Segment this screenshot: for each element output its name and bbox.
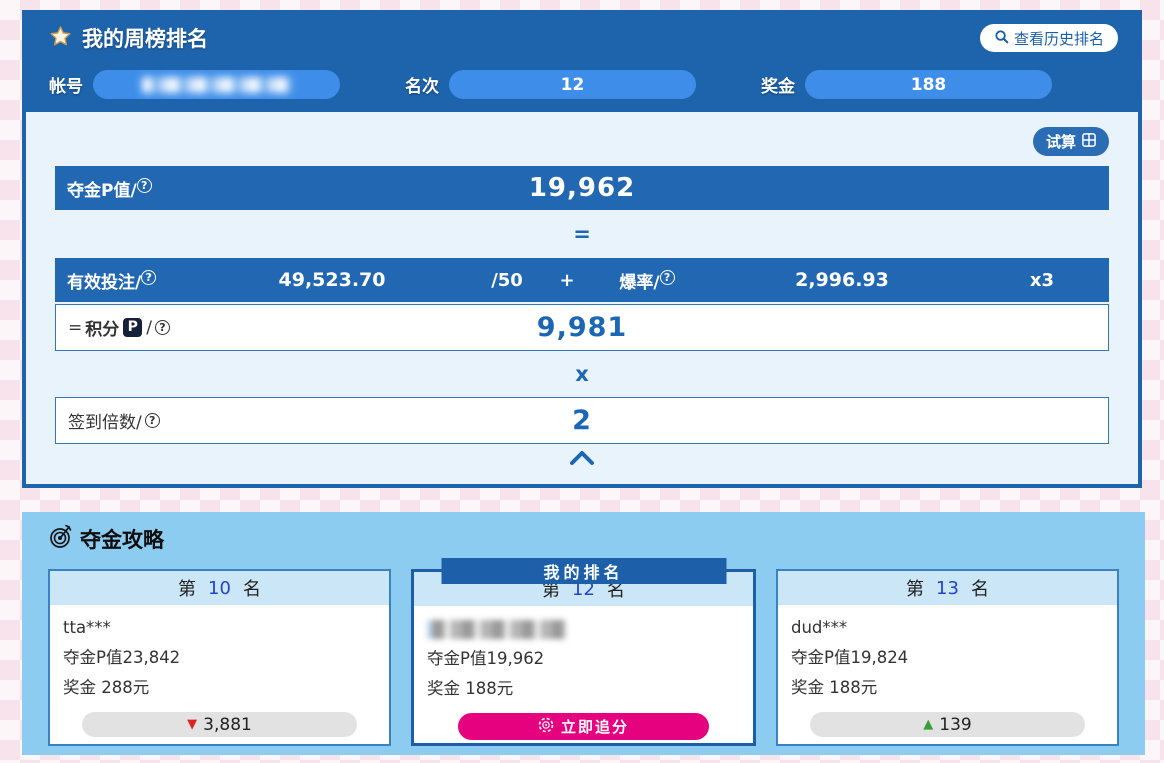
account-label: 帐号 [49, 72, 83, 97]
my-rank-tab: 我的排名 [441, 558, 726, 584]
calc-row: 试算 [55, 112, 1109, 166]
points-gap-value: 3,881 [203, 710, 252, 740]
page-title: 我的周榜排名 [82, 23, 208, 53]
chase-points-label: 立即追分 [561, 716, 629, 737]
prize-label: 奖金 [761, 72, 795, 97]
gold-strategy-panel: 夺金攻略 第 10 名 tta*** 夺金P值23,842 奖金 288元 ▼ 3,… [22, 512, 1145, 755]
rank-card-above: 第 10 名 tta*** 夺金P值23,842 奖金 288元 ▼ 3,881 [48, 569, 391, 746]
times-sign: x [55, 351, 1109, 397]
rank-suffix: 名 [243, 575, 261, 601]
search-icon [994, 29, 1009, 48]
rank-card-mine: 我的排名 第12名 夺金P值19,962 奖金 188元 立即追分 [411, 569, 756, 746]
down-triangle-icon: ▼ [187, 710, 197, 740]
help-icon[interactable]: ? [660, 270, 675, 285]
star-icon [49, 25, 72, 52]
rank-card-below: 第 13 名 dud*** 夺金P值19,824 奖金 188元 ▲ 139 [776, 569, 1119, 746]
divide-by-50: /50 [477, 270, 537, 291]
panel-header: 我的周榜排名 查看历史排名 [22, 10, 1142, 53]
card-body: 夺金P值19,962 奖金 188元 立即追分 [414, 606, 753, 740]
equals-sign: = [55, 210, 1109, 258]
burst-rate-value: 2,996.93 [697, 269, 987, 291]
weekly-ranking-panel: 我的周榜排名 查看历史排名 帐号 名次 12 奖金 188 试算 [22, 10, 1142, 488]
signin-multiplier-row: 签到倍数/? 2 [55, 397, 1109, 444]
burst-rate-label: 爆率/? [597, 268, 697, 293]
rank-group: 名次 12 [405, 70, 696, 99]
chip-icon [538, 717, 554, 737]
card-p-value: 夺金P值23,842 [63, 643, 376, 673]
prize-group: 奖金 188 [761, 70, 1052, 99]
bet-burst-bar: 有效投注/? 49,523.70 /50 + 爆率/? 2,996.93 x3 [55, 258, 1109, 302]
card-body: dud*** 夺金P值19,824 奖金 188元 ▲ 139 [778, 605, 1117, 737]
view-history-label: 查看历史排名 [1014, 28, 1104, 49]
p-value-bar: 夺金P值/? 19,962 [55, 166, 1109, 210]
rank-number: 13 [936, 578, 959, 599]
help-icon[interactable]: ? [141, 270, 156, 285]
card-rank-header: 第 10 名 [50, 571, 389, 605]
card-prize: 奖金 188元 [791, 673, 1104, 703]
rank-prefix: 第 [906, 575, 924, 601]
formula-content-area: 试算 夺金P值/? 19,962 = 有效投注/? 49,523.70 /50 … [26, 112, 1138, 484]
target-icon [48, 523, 74, 554]
card-username: tta*** [63, 613, 376, 643]
blurred-card-username [427, 620, 567, 639]
account-value-pill [93, 70, 340, 99]
points-row: = 积分 P /? 9,981 [55, 304, 1109, 351]
card-p-value: 夺金P值19,824 [791, 643, 1104, 673]
burst-multiplier: x3 [987, 270, 1097, 291]
trial-calc-label: 试算 [1046, 131, 1076, 152]
card-username: dud*** [791, 613, 1104, 643]
rank-value-pill: 12 [449, 70, 696, 99]
points-value: 9,981 [56, 312, 1108, 343]
calculator-icon [1082, 133, 1096, 151]
trial-calc-button[interactable]: 试算 [1033, 127, 1109, 156]
valid-bet-label: 有效投注/? [67, 268, 187, 293]
card-prize: 奖金 188元 [427, 674, 740, 704]
points-gap-value: 139 [939, 710, 971, 740]
strategy-header: 夺金攻略 [22, 512, 1145, 554]
strategy-title: 夺金攻略 [80, 524, 164, 554]
plus-sign: + [537, 270, 597, 291]
card-rank-header: 第 13 名 [778, 571, 1117, 605]
card-prize: 奖金 288元 [63, 673, 376, 703]
account-group: 帐号 [49, 70, 340, 99]
signin-multiplier-value: 2 [56, 405, 1108, 436]
points-gap-pill: ▼ 3,881 [82, 712, 357, 737]
rank-prefix: 第 [178, 575, 196, 601]
rank-label: 名次 [405, 72, 439, 97]
points-gap-pill: ▲ 139 [810, 712, 1085, 737]
collapse-chevron-icon[interactable] [55, 444, 1109, 477]
rank-number: 10 [208, 578, 231, 599]
view-history-button[interactable]: 查看历史排名 [980, 24, 1118, 52]
card-p-value: 夺金P值19,962 [427, 644, 740, 674]
p-value-amount: 19,962 [55, 173, 1109, 203]
prize-value-pill: 188 [805, 70, 1052, 99]
rank-suffix: 名 [971, 575, 989, 601]
card-body: tta*** 夺金P值23,842 奖金 288元 ▼ 3,881 [50, 605, 389, 737]
blurred-account-name [142, 77, 292, 93]
valid-bet-value: 49,523.70 [187, 269, 477, 291]
rank-cards-row: 第 10 名 tta*** 夺金P值23,842 奖金 288元 ▼ 3,881 我… [48, 569, 1119, 746]
account-summary-row: 帐号 名次 12 奖金 188 [22, 53, 1142, 99]
up-triangle-icon: ▲ [923, 710, 933, 740]
chase-points-button[interactable]: 立即追分 [458, 713, 708, 740]
